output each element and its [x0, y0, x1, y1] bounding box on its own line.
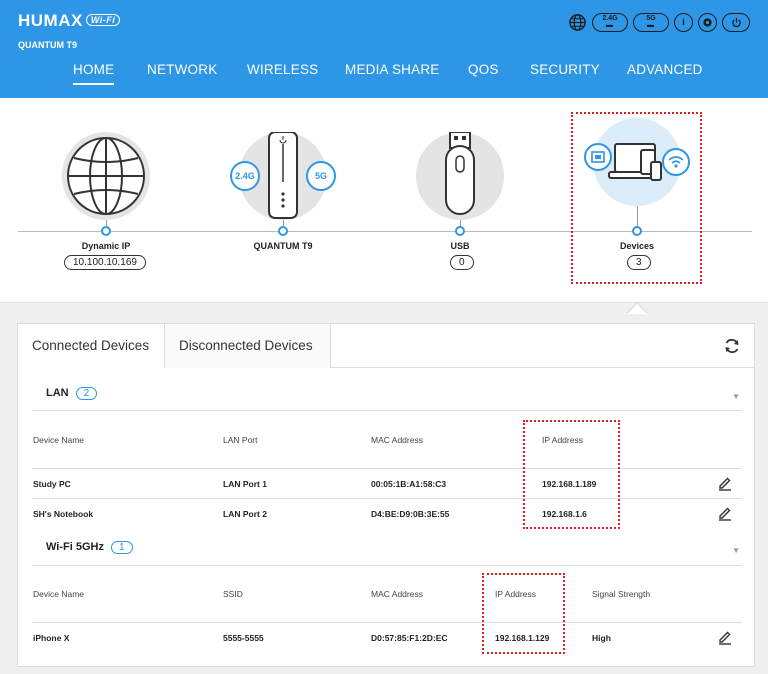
band-5g-badge[interactable]: 5G	[306, 161, 336, 191]
col-device-name: Device Name	[33, 589, 85, 599]
col-ssid: SSID	[223, 589, 243, 599]
devices-highlight	[571, 112, 702, 284]
table-row-signal: High	[592, 633, 611, 643]
globe-icon[interactable]	[568, 13, 587, 32]
wifi-5ghz-count: 1	[110, 541, 133, 554]
power-icon[interactable]	[722, 12, 750, 32]
globe-icon	[67, 137, 145, 215]
internet-node-dot	[101, 226, 111, 236]
brand-logo: HUMAX Wi-Fi	[18, 11, 121, 31]
table-row-mac: 00:05:1B:A1:58:C3	[371, 479, 447, 489]
nav-network[interactable]: NETWORK	[147, 62, 217, 77]
wifi-5ghz-section-title[interactable]: Wi-Fi 5GHz 1	[46, 541, 133, 554]
edit-pencil-icon[interactable]	[717, 505, 733, 521]
chevron-down-icon[interactable]: ▼	[732, 392, 740, 401]
usb-icon	[416, 131, 504, 220]
col-device-name: Device Name	[33, 435, 85, 445]
nav-security[interactable]: SECURITY	[530, 62, 600, 77]
edit-pencil-icon[interactable]	[717, 475, 733, 491]
usb-node-dot	[455, 226, 465, 236]
router-label: QUANTUM T9	[253, 241, 313, 251]
device-tabs: Connected Devices Disconnected Devices	[18, 324, 754, 368]
wan-ip-value: 10.100.10.169	[64, 255, 146, 270]
info-icon[interactable]: i	[674, 12, 693, 32]
edit-pencil-icon[interactable]	[717, 629, 733, 645]
nav-wireless[interactable]: WIRELESS	[247, 62, 318, 77]
table-row-name: iPhone X	[33, 633, 70, 643]
col-lan-port: LAN Port	[223, 435, 258, 445]
refresh-icon[interactable]	[722, 336, 742, 356]
usb-count: 0	[450, 255, 474, 270]
wifi-5g-toggle[interactable]: 5G ▬	[633, 12, 669, 32]
col-mac-address: MAC Address	[371, 589, 423, 599]
router-node-dot	[278, 226, 288, 236]
table-row-mac: D0:57:85:F1:2D:EC	[371, 633, 448, 643]
internet-node[interactable]	[62, 132, 150, 220]
lan-count: 2	[75, 387, 98, 400]
lan-section-title[interactable]: LAN 2	[46, 387, 98, 400]
table-row-port: LAN Port 2	[223, 509, 267, 519]
col-signal-strength: Signal Strength	[592, 589, 651, 599]
table-row-ssid: 5555-5555	[223, 633, 264, 643]
network-topology: Dynamic IP 10.100.10.169 2.4G 5G QUANTUM…	[0, 98, 768, 303]
header-toolbar: 2.4G ▬ 5G ▬ i	[568, 12, 750, 32]
gear-icon[interactable]	[698, 12, 717, 32]
nav-qos[interactable]: QOS	[468, 62, 499, 77]
top-header: HUMAX Wi-Fi QUANTUM T9 2.4G ▬ 5G ▬ i HOME…	[0, 0, 768, 98]
wifi-ip-highlight	[482, 573, 565, 654]
nav-home[interactable]: HOME	[73, 62, 115, 85]
nav-advanced[interactable]: ADVANCED	[627, 62, 703, 77]
devices-panel: Connected Devices Disconnected Devices L…	[17, 323, 755, 667]
internet-label: Dynamic IP	[81, 241, 131, 251]
tab-connected-devices[interactable]: Connected Devices	[18, 324, 165, 368]
table-row-mac: D4:BE:D9:0B:3E:55	[371, 509, 450, 519]
chevron-down-icon[interactable]: ▼	[732, 546, 740, 555]
tab-disconnected-devices[interactable]: Disconnected Devices	[165, 324, 331, 368]
table-row-name: SH's Notebook	[33, 509, 94, 519]
nav-media-share[interactable]: MEDIA SHARE	[345, 62, 439, 77]
wifi-badge: Wi-Fi	[85, 14, 121, 26]
table-row-name: Study PC	[33, 479, 71, 489]
usb-label: USB	[450, 241, 470, 251]
lan-ip-highlight	[523, 420, 620, 529]
wifi-24g-toggle[interactable]: 2.4G ▬	[592, 12, 628, 32]
table-row-port: LAN Port 1	[223, 479, 267, 489]
model-name: QUANTUM T9	[18, 40, 77, 50]
band-24g-badge[interactable]: 2.4G	[230, 161, 260, 191]
main-nav: HOME NETWORK WIRELESS MEDIA SHARE QOS SE…	[0, 62, 768, 92]
usb-node[interactable]	[416, 131, 504, 220]
col-mac-address: MAC Address	[371, 435, 423, 445]
